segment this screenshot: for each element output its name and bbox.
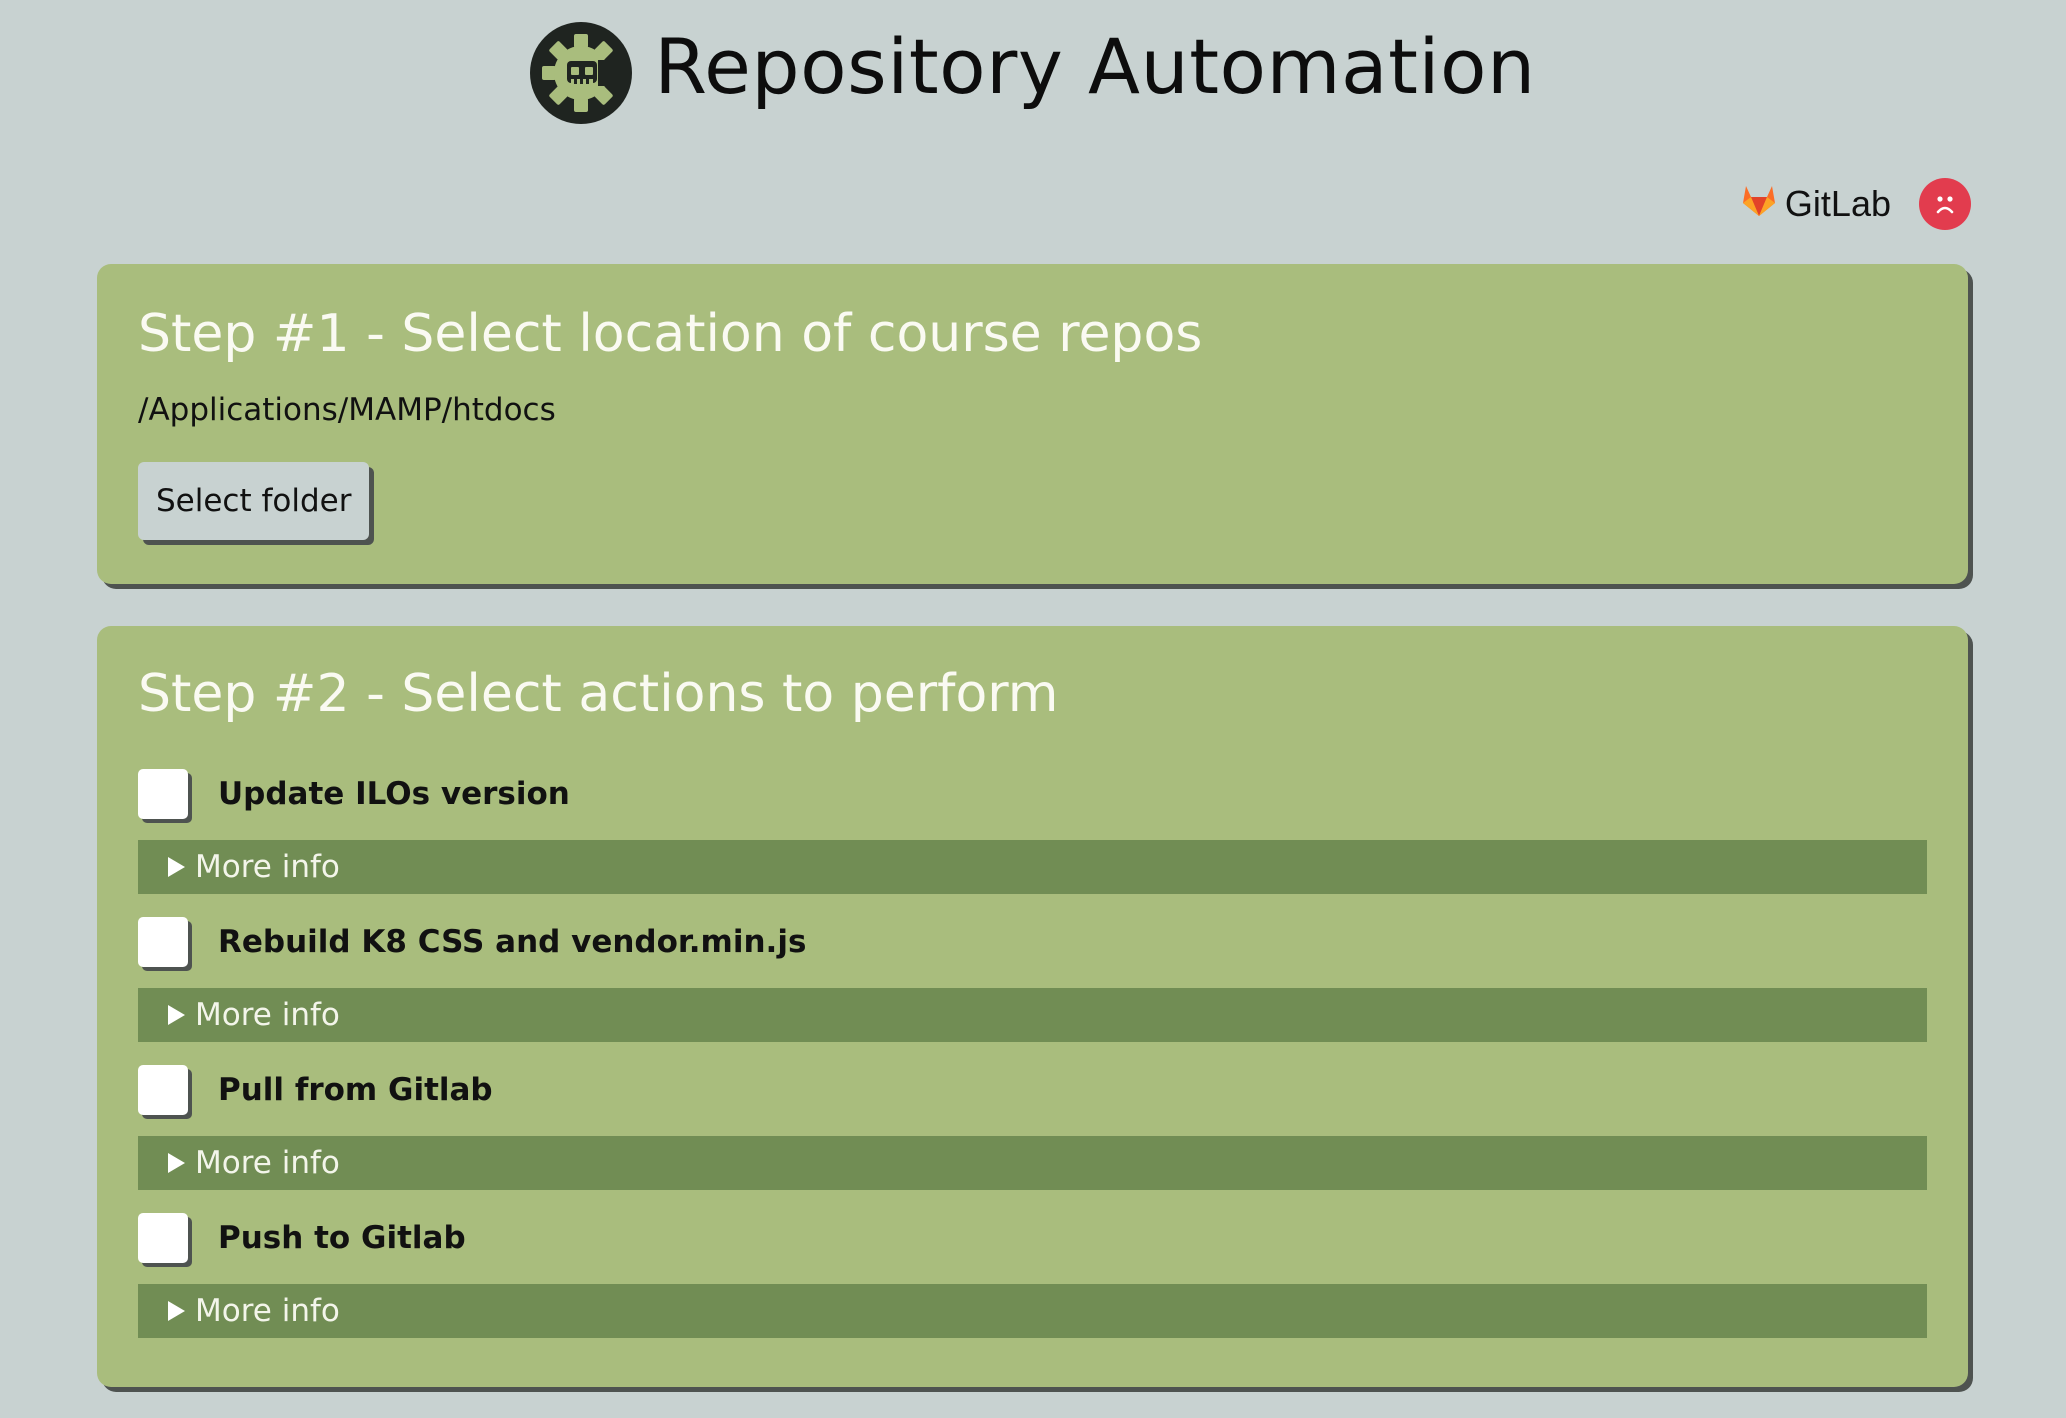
step2-card: Step #2 - Select actions to perform Upda… — [97, 626, 1968, 1387]
step1-card: Step #1 - Select location of course repo… — [97, 264, 1968, 584]
more-info-toggle[interactable]: More info — [138, 988, 1927, 1042]
action-list: Update ILOs version More info Rebuild K8… — [138, 768, 1927, 1338]
more-info-toggle[interactable]: More info — [138, 840, 1927, 894]
selected-folder-path: /Applications/MAMP/htdocs — [138, 392, 556, 428]
step2-title: Step #2 - Select actions to perform — [138, 664, 1059, 724]
app-header: Repository Automation — [0, 22, 2066, 124]
action-item-push-gitlab: Push to Gitlab More info — [138, 1212, 1927, 1338]
action-item-pull-gitlab: Pull from Gitlab More info — [138, 1064, 1927, 1190]
disclosure-triangle-icon — [168, 1153, 185, 1173]
more-info-label: More info — [195, 1145, 340, 1181]
push-gitlab-checkbox[interactable] — [138, 1213, 188, 1263]
disclosure-triangle-icon — [168, 1005, 185, 1025]
action-item-update-ilos: Update ILOs version More info — [138, 768, 1927, 894]
app-title: Repository Automation — [654, 22, 1536, 111]
select-folder-button[interactable]: Select folder — [138, 462, 370, 540]
topbar: GitLab — [1741, 178, 1971, 230]
gear-robot-icon — [530, 22, 633, 124]
disclosure-triangle-icon — [168, 1301, 185, 1321]
more-info-label: More info — [195, 849, 340, 885]
more-info-toggle[interactable]: More info — [138, 1284, 1927, 1338]
action-label: Pull from Gitlab — [218, 1072, 493, 1108]
action-row: Pull from Gitlab — [138, 1064, 1927, 1116]
disclosure-triangle-icon — [168, 857, 185, 877]
action-item-rebuild-css: Rebuild K8 CSS and vendor.min.js More in… — [138, 916, 1927, 1042]
action-row: Update ILOs version — [138, 768, 1927, 820]
more-info-label: More info — [195, 1293, 340, 1329]
rebuild-css-checkbox[interactable] — [138, 917, 188, 967]
more-info-toggle[interactable]: More info — [138, 1136, 1927, 1190]
step1-title: Step #1 - Select location of course repo… — [138, 304, 1203, 364]
sad-face-icon — [1919, 178, 1971, 230]
gitlab-status: GitLab — [1741, 183, 1891, 226]
action-row: Rebuild K8 CSS and vendor.min.js — [138, 916, 1927, 968]
update-ilos-checkbox[interactable] — [138, 769, 188, 819]
pull-gitlab-checkbox[interactable] — [138, 1065, 188, 1115]
more-info-label: More info — [195, 997, 340, 1033]
action-label: Rebuild K8 CSS and vendor.min.js — [218, 924, 807, 960]
gitlab-fox-icon — [1741, 183, 1777, 226]
action-row: Push to Gitlab — [138, 1212, 1927, 1264]
action-label: Push to Gitlab — [218, 1220, 466, 1256]
gitlab-label: GitLab — [1784, 183, 1891, 224]
action-label: Update ILOs version — [218, 776, 570, 812]
